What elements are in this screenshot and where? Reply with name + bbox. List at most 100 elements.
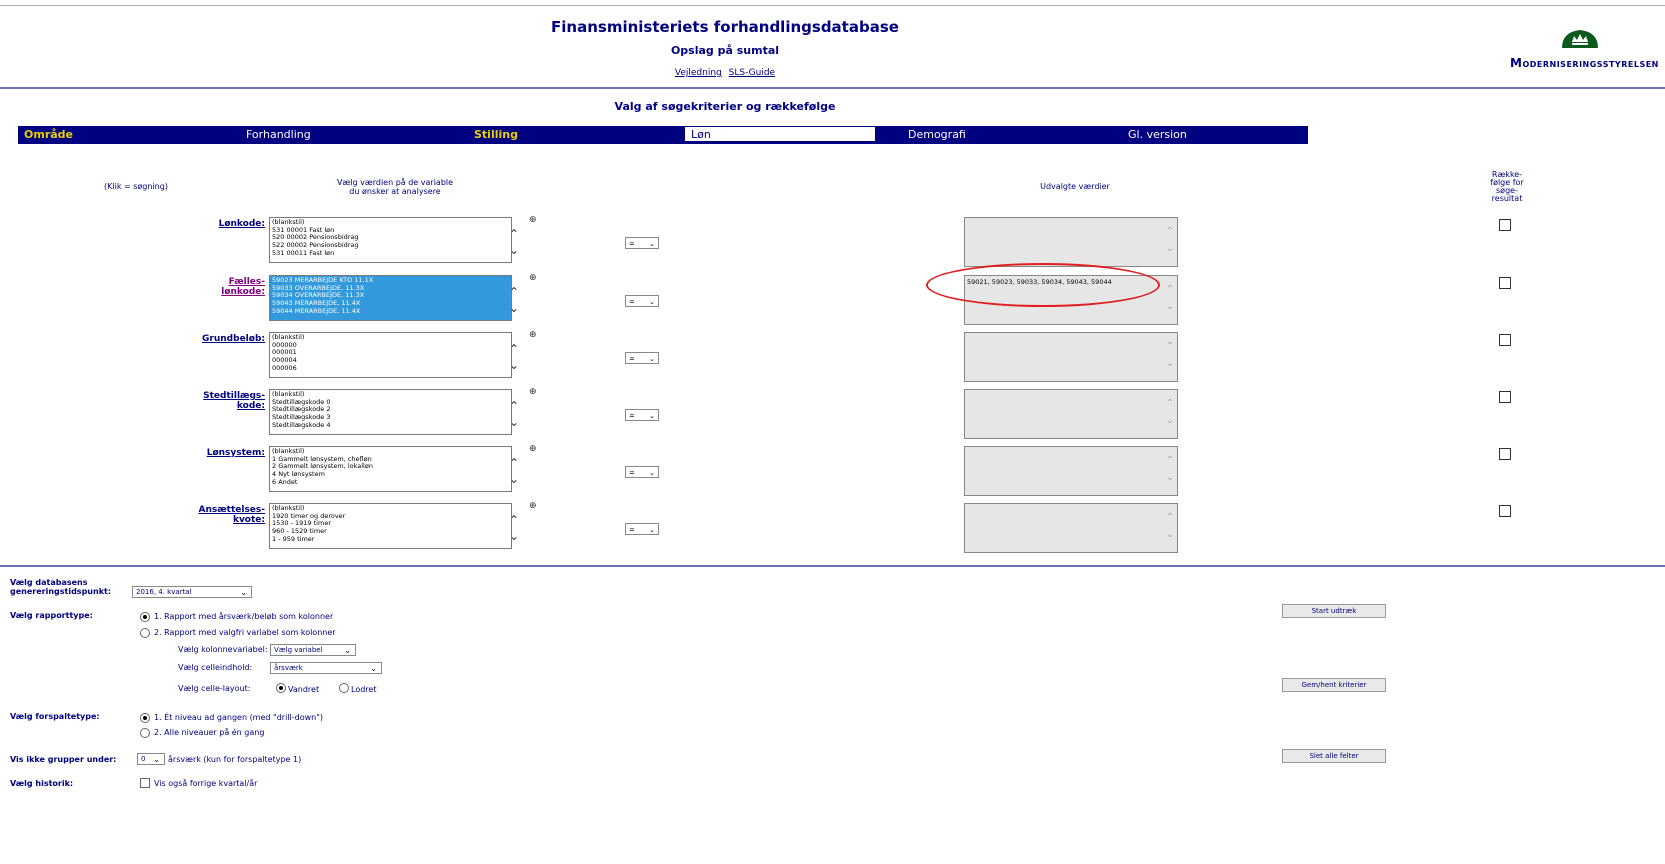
listbox-option[interactable]: 4 Nyt lønsystem bbox=[272, 471, 509, 479]
chevron-up-icon[interactable]: ⌃ bbox=[507, 228, 521, 240]
variable-label[interactable]: Fælles-lønkode: bbox=[150, 277, 265, 297]
listbox-option[interactable]: Stedtillægskode 4 bbox=[272, 422, 509, 430]
listbox-option[interactable]: 2 Gammelt lønsystem, lokalløn bbox=[272, 463, 509, 471]
chevron-down-icon[interactable]: ⌄ bbox=[507, 302, 521, 314]
tab-stilling[interactable]: Stilling bbox=[474, 126, 518, 144]
forspalte-radio-1[interactable] bbox=[140, 713, 150, 723]
listbox-option[interactable]: 1 - 959 timer bbox=[272, 536, 509, 544]
chevron-up-icon[interactable]: ⌃ bbox=[507, 286, 521, 298]
listbox-option[interactable]: Stedtillægskode 2 bbox=[272, 406, 509, 414]
listbox-option[interactable]: 1920 timer og derover bbox=[272, 513, 509, 521]
variable-label[interactable]: Lønkode: bbox=[150, 219, 265, 229]
chevron-up-icon[interactable]: ⌃ bbox=[507, 514, 521, 526]
chevron-down-icon[interactable]: ⌄ bbox=[1165, 301, 1175, 312]
operator-select[interactable]: = ⌄ bbox=[625, 237, 659, 249]
chevron-up-icon[interactable]: ⌃ bbox=[1165, 341, 1175, 352]
tab-omraade[interactable]: Område bbox=[24, 126, 73, 144]
listbox-option[interactable]: (blankstil) bbox=[272, 391, 509, 399]
forspalte-radio-2[interactable] bbox=[140, 728, 150, 738]
listbox-option[interactable]: 000006 bbox=[272, 365, 509, 373]
chevron-down-icon[interactable]: ⌄ bbox=[507, 473, 521, 485]
variable-listbox[interactable]: (blankstil) 1920 timer og derover 1530 - 1… bbox=[269, 503, 512, 549]
start-extract-button[interactable]: Start udtræk bbox=[1282, 604, 1386, 618]
chevron-down-icon[interactable]: ⌄ bbox=[507, 359, 521, 371]
listbox-option[interactable]: 960 - 1529 timer bbox=[272, 528, 509, 536]
operator-select[interactable]: = ⌄ bbox=[625, 466, 659, 478]
listbox-scrollbar[interactable]: ⌃ ⌄ bbox=[507, 451, 521, 497]
listbox-option[interactable]: 1 Gammelt lønsystem, chefløn bbox=[272, 456, 509, 464]
report-type-radio-2[interactable] bbox=[140, 628, 150, 638]
order-checkbox[interactable] bbox=[1499, 448, 1511, 460]
operator-select[interactable]: = ⌄ bbox=[625, 409, 659, 421]
cell-content-select[interactable]: årsværk ⌄ bbox=[270, 662, 382, 674]
chevron-up-icon[interactable]: ⌃ bbox=[507, 343, 521, 355]
listbox-scrollbar[interactable]: ⌃ ⌄ bbox=[507, 280, 521, 326]
chevron-down-icon[interactable]: ⌄ bbox=[507, 530, 521, 542]
listbox-option[interactable]: 000000 bbox=[272, 342, 509, 350]
listbox-scrollbar[interactable]: ⌃ ⌄ bbox=[507, 394, 521, 440]
expand-plus-icon[interactable]: ⊕ bbox=[529, 273, 537, 283]
chevron-down-icon[interactable]: ⌄ bbox=[1165, 358, 1175, 369]
selected-values-box[interactable]: ⌃ ⌄ bbox=[964, 446, 1178, 496]
listbox-option[interactable]: 59044 MERARBEJDE, 11.4X bbox=[272, 308, 509, 316]
textarea-scrollbar[interactable]: ⌃ ⌄ bbox=[1165, 447, 1175, 495]
report-type-radio-1[interactable] bbox=[140, 612, 150, 622]
order-checkbox[interactable] bbox=[1499, 219, 1511, 231]
listbox-scrollbar[interactable]: ⌃ ⌄ bbox=[507, 337, 521, 383]
listbox-option[interactable]: (blankstil) bbox=[272, 334, 509, 342]
listbox-scrollbar[interactable]: ⌃ ⌄ bbox=[507, 222, 521, 268]
variable-label[interactable]: Grundbeløb: bbox=[150, 334, 265, 344]
order-checkbox[interactable] bbox=[1499, 391, 1511, 403]
col-var-select[interactable]: Vælg variabel ⌄ bbox=[270, 644, 356, 656]
variable-listbox[interactable]: (blankstil) 1 Gammelt lønsystem, chefløn 2… bbox=[269, 446, 512, 492]
tab-gl-version[interactable]: Gl. version bbox=[1128, 126, 1187, 144]
order-checkbox[interactable] bbox=[1499, 505, 1511, 517]
listbox-option[interactable]: 59023 MERARBEJDE KTO 11.1X bbox=[272, 277, 509, 285]
chevron-up-icon[interactable]: ⌃ bbox=[507, 457, 521, 469]
tab-loen[interactable]: Løn bbox=[684, 126, 876, 142]
listbox-scrollbar[interactable]: ⌃ ⌄ bbox=[507, 508, 521, 554]
textarea-scrollbar[interactable]: ⌃ ⌄ bbox=[1165, 218, 1175, 266]
listbox-option[interactable]: 59033 OVERARBEJDE, 11.3X bbox=[272, 285, 509, 293]
operator-select[interactable]: = ⌄ bbox=[625, 523, 659, 535]
listbox-option[interactable]: 000001 bbox=[272, 349, 509, 357]
listbox-option[interactable]: (blankstil) bbox=[272, 505, 509, 513]
vejledning-link[interactable]: Vejledning bbox=[675, 68, 722, 78]
listbox-option[interactable]: 59043 MERARBEJDE, 11.4X bbox=[272, 300, 509, 308]
expand-plus-icon[interactable]: ⊕ bbox=[529, 444, 537, 454]
order-checkbox[interactable] bbox=[1499, 277, 1511, 289]
chevron-down-icon[interactable]: ⌄ bbox=[507, 416, 521, 428]
chevron-up-icon[interactable]: ⌃ bbox=[1165, 284, 1175, 295]
variable-label[interactable]: Lønsystem: bbox=[150, 448, 265, 458]
operator-select[interactable]: = ⌄ bbox=[625, 295, 659, 307]
expand-plus-icon[interactable]: ⊕ bbox=[529, 215, 537, 225]
listbox-option[interactable]: 531 00011 Fast løn bbox=[272, 250, 509, 258]
clear-all-button[interactable]: Slet alle felter bbox=[1282, 749, 1386, 763]
textarea-scrollbar[interactable]: ⌃ ⌄ bbox=[1165, 276, 1175, 324]
variable-listbox[interactable]: 59023 MERARBEJDE KTO 11.1X 59033 OVERARBE… bbox=[269, 275, 512, 321]
listbox-option[interactable]: 6 Andet bbox=[272, 479, 509, 487]
chevron-up-icon[interactable]: ⌃ bbox=[507, 400, 521, 412]
expand-plus-icon[interactable]: ⊕ bbox=[529, 330, 537, 340]
listbox-option[interactable]: 522 00002 Pensionsbidrag bbox=[272, 242, 509, 250]
listbox-option[interactable]: Stedtillægskode 3 bbox=[272, 414, 509, 422]
selected-values-box[interactable]: ⌃ ⌄ bbox=[964, 389, 1178, 439]
chevron-down-icon[interactable]: ⌄ bbox=[1165, 415, 1175, 426]
variable-listbox[interactable]: (blankstil) 531 00001 Fast løn 520 00002 P… bbox=[269, 217, 512, 263]
listbox-option[interactable]: 000004 bbox=[272, 357, 509, 365]
variable-label[interactable]: Stedtillægs-kode: bbox=[150, 391, 265, 411]
db-time-select[interactable]: 2016, 4. kvartal ⌄ bbox=[132, 586, 252, 598]
listbox-option[interactable]: 531 00001 Fast løn bbox=[272, 227, 509, 235]
listbox-option[interactable]: (blankstil) bbox=[272, 219, 509, 227]
chevron-down-icon[interactable]: ⌄ bbox=[1165, 243, 1175, 254]
textarea-scrollbar[interactable]: ⌃ ⌄ bbox=[1165, 390, 1175, 438]
save-load-criteria-button[interactable]: Gem/hent kriterier bbox=[1282, 678, 1386, 692]
chevron-up-icon[interactable]: ⌃ bbox=[1165, 455, 1175, 466]
chevron-up-icon[interactable]: ⌃ bbox=[1165, 512, 1175, 523]
chevron-up-icon[interactable]: ⌃ bbox=[1165, 226, 1175, 237]
listbox-option[interactable]: 1530 - 1919 timer bbox=[272, 520, 509, 528]
listbox-option[interactable]: 520 00002 Pensionsbidrag bbox=[272, 234, 509, 242]
sls-guide-link[interactable]: SLS-Guide bbox=[729, 68, 775, 78]
hide-groups-select[interactable]: 0 ⌄ bbox=[137, 753, 165, 765]
variable-listbox[interactable]: (blankstil) 000000 000001 000004 000006 bbox=[269, 332, 512, 378]
